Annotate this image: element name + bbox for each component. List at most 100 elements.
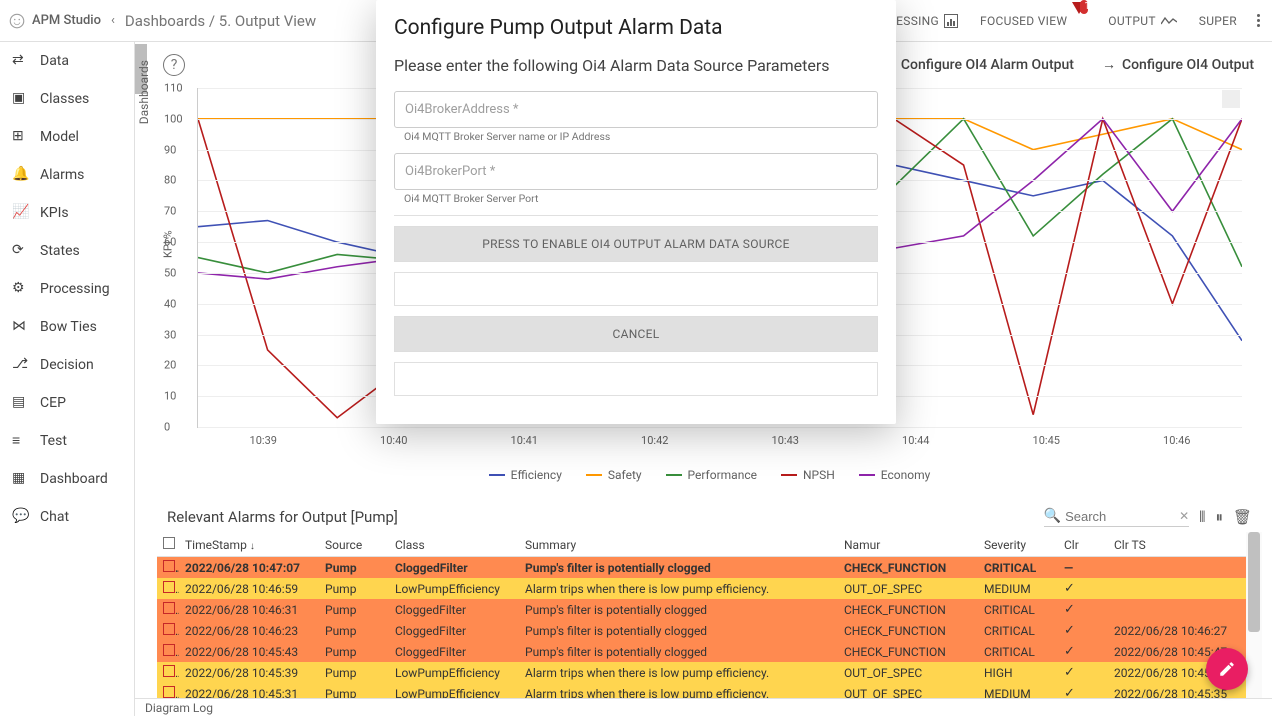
header-tabs: PROCESSING FOCUSED VIEW 12 OUTPUT SUPER <box>858 10 1264 32</box>
tab-output[interactable]: OUTPUT <box>1102 10 1183 32</box>
row-checkbox[interactable] <box>163 665 175 677</box>
col-timestamp[interactable]: TimeStamp↓ <box>179 533 319 557</box>
scrollbar-thumb[interactable] <box>1248 532 1260 632</box>
app-title: APM Studio <box>32 13 101 28</box>
tab-super[interactable]: SUPER <box>1193 10 1243 32</box>
modal-subtitle: Please enter the following Oi4 Alarm Dat… <box>394 56 878 75</box>
collapse-sidebar-button[interactable]: ‹ <box>101 13 125 28</box>
cell-class: CloggedFilter <box>389 557 519 579</box>
search-input[interactable] <box>1065 509 1175 524</box>
cell-class: CloggedFilter <box>389 599 519 620</box>
classes-icon: ▣ <box>12 90 30 108</box>
row-checkbox[interactable] <box>163 623 175 635</box>
legend-item[interactable]: NPSH <box>781 468 835 482</box>
row-checkbox[interactable] <box>163 602 175 614</box>
check-icon: ✓ <box>1064 686 1075 698</box>
x-tick: 10:44 <box>902 434 929 447</box>
sidebar-item-processing[interactable]: ⚙Processing <box>0 270 134 308</box>
cell-severity: MEDIUM <box>978 683 1058 698</box>
col-class[interactable]: Class <box>389 533 519 557</box>
configure-output-link[interactable]: →Configure OI4 Output <box>1102 56 1254 73</box>
table-row[interactable]: 2022/06/28 10:46:31PumpCloggedFilterPump… <box>157 599 1248 620</box>
sidebar-item-alarms[interactable]: 🔔Alarms <box>0 156 134 194</box>
y-tick: 20 <box>164 359 176 372</box>
clear-search-icon[interactable]: ✕ <box>1179 509 1189 523</box>
alarms-scrollbar[interactable] <box>1246 532 1262 698</box>
table-row[interactable]: 2022/06/28 10:45:31PumpLowPumpEfficiency… <box>157 683 1248 698</box>
data-icon: ⇄ <box>12 52 30 70</box>
sidebar-item-dashboard[interactable]: ▦Dashboard <box>0 460 134 498</box>
cell-clr: — <box>1058 557 1108 579</box>
col-severity[interactable]: Severity <box>978 533 1058 557</box>
cell-timestamp: 2022/06/28 10:45:31 <box>179 683 319 698</box>
y-tick: 110 <box>164 82 183 95</box>
alarm-search[interactable]: 🔍 ✕ <box>1044 506 1190 527</box>
cell-summary: Alarm trips when there is low pump effic… <box>519 578 838 599</box>
col-clrts[interactable]: Clr TS <box>1108 533 1248 557</box>
sidebar-item-bowties[interactable]: ⋈Bow Ties <box>0 308 134 346</box>
sort-desc-icon: ↓ <box>250 541 255 552</box>
broker-port-input[interactable]: Oi4BrokerPort * <box>394 153 878 190</box>
overflow-menu-button[interactable] <box>1253 10 1264 31</box>
col-summary[interactable]: Summary <box>519 533 838 557</box>
broker-address-input[interactable]: Oi4BrokerAddress * <box>394 91 878 128</box>
legend-item[interactable]: Performance <box>666 468 757 482</box>
sidebar-item-classes[interactable]: ▣Classes <box>0 80 134 118</box>
table-row[interactable]: 2022/06/28 10:47:07PumpCloggedFilterPump… <box>157 557 1248 579</box>
pause-button[interactable]: ⏸ <box>1215 508 1223 526</box>
delete-button[interactable]: 🗑 <box>1233 508 1252 526</box>
sidebar-item-chat[interactable]: 💬Chat <box>0 498 134 536</box>
cell-source: Pump <box>319 662 389 683</box>
y-tick: 80 <box>164 174 176 187</box>
row-checkbox[interactable] <box>163 560 175 572</box>
chart-help[interactable]: ? <box>163 54 185 76</box>
check-icon: ✓ <box>1064 581 1075 596</box>
cell-namur: CHECK_FUNCTION <box>838 599 978 620</box>
sidebar-item-data[interactable]: ⇄Data <box>0 42 134 80</box>
sidebar-item-test[interactable]: ≡Test <box>0 422 134 460</box>
select-all-checkbox[interactable] <box>163 537 175 549</box>
bars-icon <box>944 14 958 28</box>
legend-swatch <box>666 474 682 476</box>
notification-badge: 12 <box>1080 0 1088 14</box>
table-row[interactable]: 2022/06/28 10:45:39PumpLowPumpEfficiency… <box>157 662 1248 683</box>
row-checkbox[interactable] <box>163 644 175 656</box>
legend-item[interactable]: Economy <box>859 468 931 482</box>
side-panel-tab[interactable]: Dashboards <box>135 54 157 716</box>
col-namur[interactable]: Namur <box>838 533 978 557</box>
tab-focused-view[interactable]: FOCUSED VIEW 12 <box>974 10 1092 32</box>
cell-summary: Alarm trips when there is low pump effic… <box>519 683 838 698</box>
table-row[interactable]: 2022/06/28 10:46:59PumpLowPumpEfficiency… <box>157 578 1248 599</box>
col-clr[interactable]: Clr <box>1058 533 1108 557</box>
alarms-table: TimeStamp↓ Source Class Summary Namur Se… <box>157 533 1248 698</box>
configure-alarm-output-link[interactable]: →Configure OI4 Alarm Output <box>881 56 1074 73</box>
sidebar-item-kpis[interactable]: 📈KPIs <box>0 194 134 232</box>
row-checkbox[interactable] <box>163 686 175 698</box>
check-icon: ✓ <box>1064 665 1075 680</box>
brain-icon <box>8 12 26 30</box>
cell-clr: ✓ <box>1058 620 1108 641</box>
legend-item[interactable]: Efficiency <box>489 468 562 482</box>
row-checkbox[interactable] <box>163 581 175 593</box>
col-source[interactable]: Source <box>319 533 389 557</box>
check-icon: ✓ <box>1064 602 1075 617</box>
sidebar-item-cep[interactable]: ▤CEP <box>0 384 134 422</box>
columns-button[interactable]: ⫴ <box>1199 508 1205 526</box>
alarms-header: Relevant Alarms for Output [Pump] 🔍 ✕ ⫴ … <box>157 500 1262 533</box>
cell-severity: CRITICAL <box>978 557 1058 579</box>
chart-legend: Efficiency Safety Performance NPSH Economy <box>157 468 1262 482</box>
x-tick: 10:39 <box>250 434 277 447</box>
sidebar-item-model[interactable]: ⊞Model <box>0 118 134 156</box>
enable-datasource-button[interactable]: PRESS TO ENABLE OI4 OUTPUT ALARM DATA SO… <box>394 226 878 262</box>
legend-item[interactable]: Safety <box>586 468 642 482</box>
cell-clrts <box>1108 557 1248 579</box>
bottom-bar[interactable]: Diagram Log <box>135 698 1272 716</box>
table-row[interactable]: 2022/06/28 10:46:23PumpCloggedFilterPump… <box>157 620 1248 641</box>
sidebar-item-decision[interactable]: ⎇Decision <box>0 346 134 384</box>
table-row[interactable]: 2022/06/28 10:45:43PumpCloggedFilterPump… <box>157 641 1248 662</box>
legend-label: Performance <box>688 468 757 482</box>
cancel-button[interactable]: CANCEL <box>394 316 878 352</box>
edit-fab[interactable] <box>1206 648 1248 690</box>
sidebar-item-states[interactable]: ⟳States <box>0 232 134 270</box>
cell-namur: OUT_OF_SPEC <box>838 683 978 698</box>
